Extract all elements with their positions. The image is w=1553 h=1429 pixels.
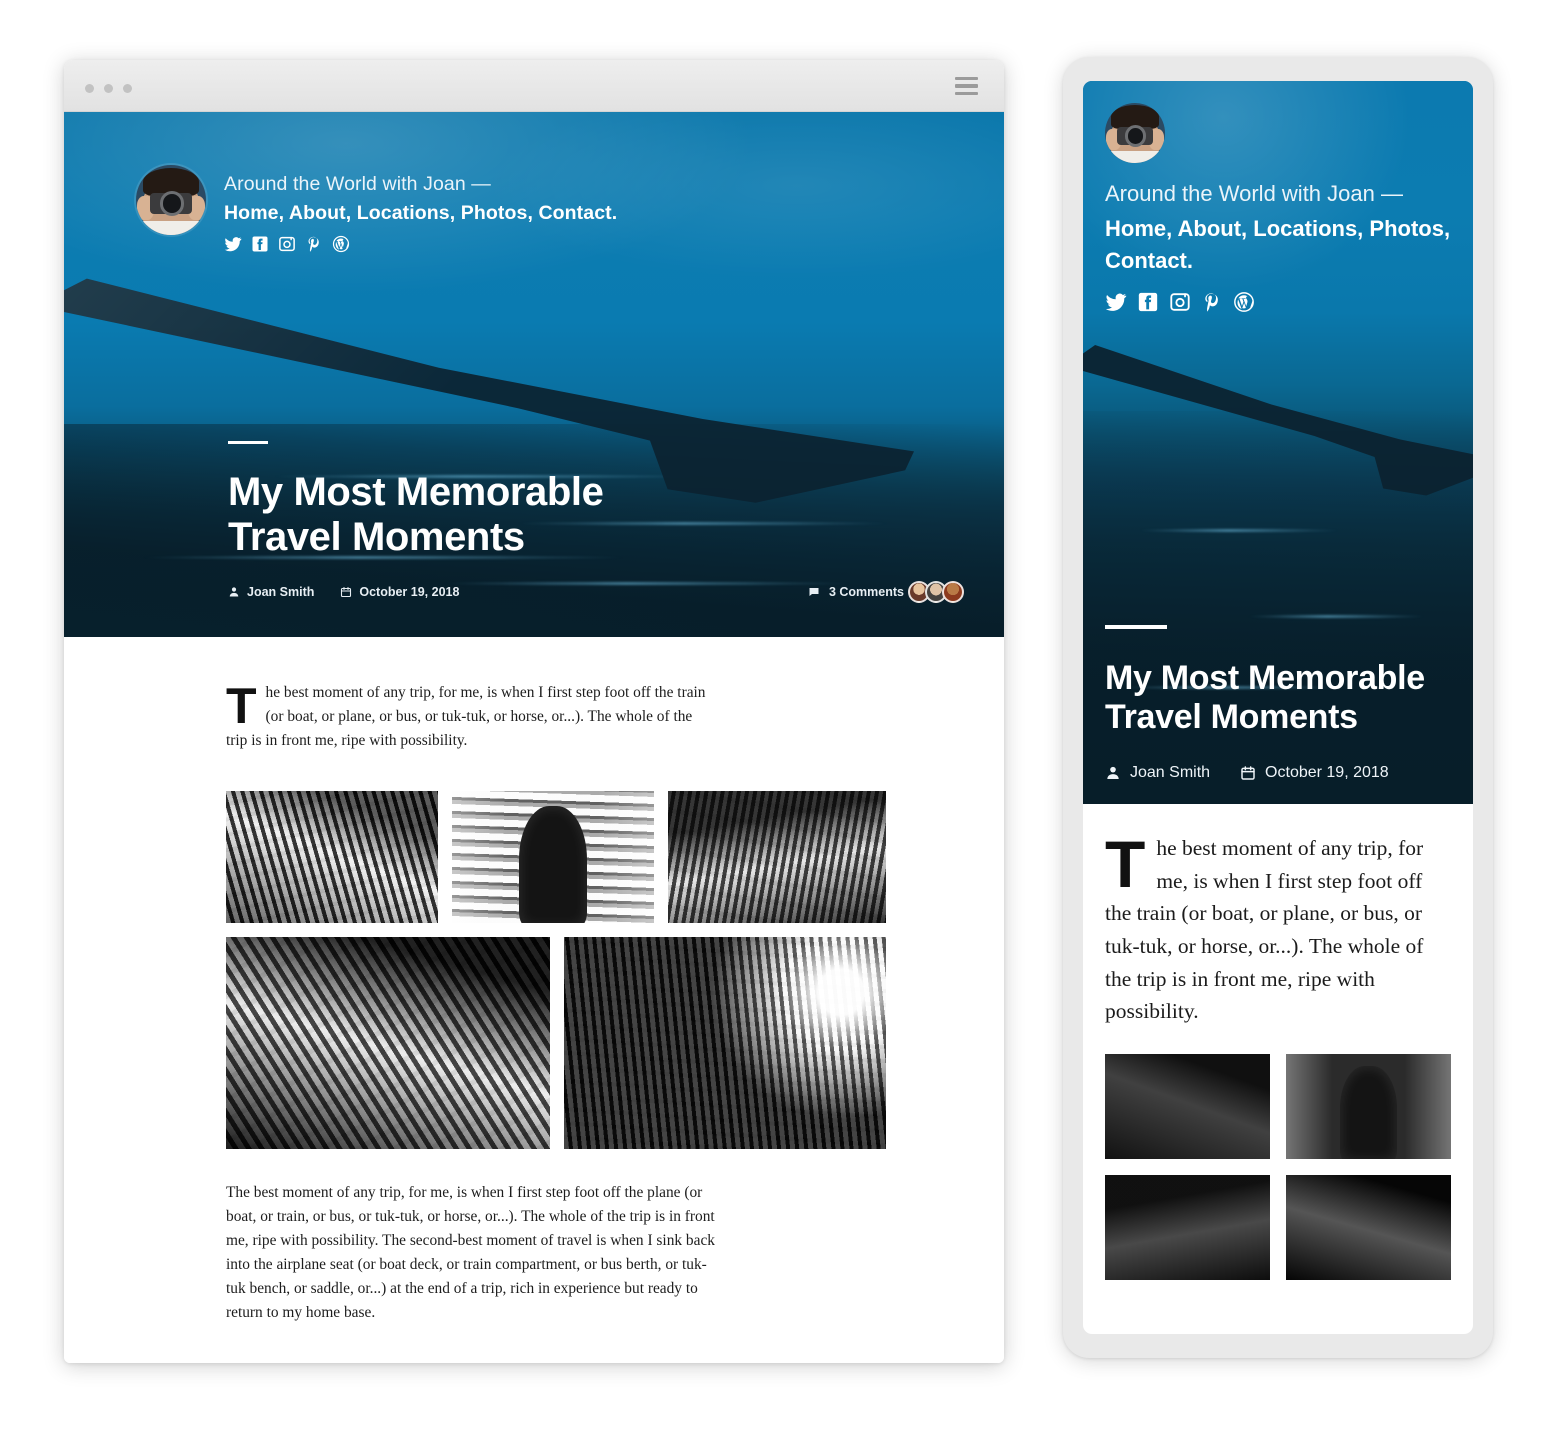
title-rule (228, 441, 268, 445)
mobile-date-meta: October 19, 2018 (1240, 764, 1389, 782)
browser-chrome (64, 60, 1004, 112)
photo-gallery (226, 791, 886, 1150)
instagram-icon[interactable] (1169, 291, 1191, 313)
wordpress-icon[interactable] (1233, 291, 1255, 313)
gallery-photo-platform[interactable] (1105, 1175, 1270, 1281)
social-links[interactable] (224, 235, 617, 253)
twitter-icon[interactable] (1105, 291, 1127, 313)
pinterest-icon[interactable] (305, 235, 323, 253)
comment-count-label[interactable]: 3 Comments (829, 585, 904, 599)
mobile-entry-meta: Joan Smith October 19, 2018 (1105, 764, 1453, 782)
avatar (1105, 103, 1165, 163)
wordpress-icon[interactable] (332, 235, 350, 253)
site-identity: Around the World with Joan — Home, About… (136, 165, 617, 253)
publish-date: October 19, 2018 (359, 585, 460, 599)
gallery-photo-station-truss[interactable] (1105, 1054, 1270, 1160)
minimize-dot[interactable] (104, 84, 113, 93)
close-dot[interactable] (85, 84, 94, 93)
commenter-avatars (908, 581, 964, 603)
mobile-author-name: Joan Smith (1130, 764, 1211, 781)
twitter-icon[interactable] (224, 235, 242, 253)
author-name: Joan Smith (247, 585, 315, 599)
gallery-photo-station-hall[interactable] (564, 937, 886, 1150)
phone-screen: Around the World with Joan — Home, About… (1083, 81, 1473, 1334)
calendar-icon (341, 586, 352, 598)
site-tagline: Around the World with Joan — (224, 173, 491, 195)
facebook-icon[interactable] (251, 235, 269, 253)
mobile-photo-gallery (1105, 1054, 1451, 1281)
page-title-line2: Travel Moments (228, 514, 525, 559)
article-body: The best moment of any trip, for me, is … (64, 637, 1004, 1363)
mobile-author-meta: Joan Smith (1105, 764, 1210, 782)
mobile-publish-date: October 19, 2018 (1265, 764, 1389, 781)
mobile-page-title-line1: My Most Memorable (1105, 659, 1425, 698)
gallery-photo-commuter-blur[interactable] (1286, 1054, 1451, 1160)
mobile-social-links[interactable] (1105, 291, 1455, 313)
hamburger-menu-icon[interactable] (955, 77, 978, 95)
gallery-photo-commuter-blur[interactable] (452, 791, 654, 924)
site-nav[interactable]: Home, About, Locations, Photos, Contact. (224, 200, 617, 227)
author-meta: Joan Smith (228, 585, 314, 599)
mobile-site-tagline: Around the World with Joan — (1105, 181, 1403, 206)
calendar-icon (1241, 766, 1255, 780)
mobile-article-paragraph-1: The best moment of any trip, for me, is … (1105, 827, 1424, 1024)
article-paragraph-1: The best moment of any trip, for me, is … (226, 678, 706, 750)
comment-bubble-icon (809, 588, 819, 596)
desktop-browser-mockup: Around the World with Joan — Home, About… (64, 60, 1004, 1363)
mobile-page-title: My Most Memorable Travel Moments (1105, 659, 1453, 736)
gallery-photo-vaulted-roof[interactable] (226, 937, 550, 1150)
instagram-icon[interactable] (278, 235, 296, 253)
mobile-title-rule (1105, 625, 1167, 630)
stage: Around the World with Joan — Home, About… (0, 0, 1553, 1429)
mobile-article-body: The best moment of any trip, for me, is … (1083, 804, 1473, 1281)
mobile-hero-header: Around the World with Joan — Home, About… (1083, 81, 1473, 804)
gallery-photo-vaulted-roof[interactable] (1286, 1175, 1451, 1281)
gallery-photo-station-truss[interactable] (226, 791, 438, 924)
avatar (136, 165, 206, 235)
hero-header: Around the World with Joan — Home, About… (64, 112, 1004, 637)
window-controls[interactable] (85, 84, 132, 93)
pinterest-icon[interactable] (1201, 291, 1223, 313)
article-paragraph-2: The best moment of any trip, for me, is … (226, 1184, 715, 1322)
entry-meta: Joan Smith October 19, 2018 3 Comments (228, 581, 964, 603)
entry-header: My Most Memorable Travel Moments Joan Sm… (228, 441, 964, 603)
page-title-line1: My Most Memorable (228, 470, 604, 515)
date-meta: October 19, 2018 (340, 585, 459, 599)
mobile-page-title-line2: Travel Moments (1105, 697, 1358, 736)
commenter-avatar (942, 581, 964, 603)
facebook-icon[interactable] (1137, 291, 1159, 313)
person-icon (1107, 766, 1119, 779)
mobile-site-nav[interactable]: Home, About, Locations, Photos, Contact. (1105, 213, 1455, 277)
mobile-phone-mockup: Around the World with Joan — Home, About… (1063, 57, 1493, 1358)
mobile-entry-header: My Most Memorable Travel Moments Joan Sm… (1105, 625, 1453, 782)
gallery-photo-platform[interactable] (668, 791, 886, 924)
mobile-site-identity: Around the World with Joan — Home, About… (1105, 103, 1455, 313)
person-icon (229, 587, 239, 597)
maximize-dot[interactable] (123, 84, 132, 93)
comments-meta[interactable]: 3 Comments (808, 581, 964, 603)
page-title: My Most Memorable Travel Moments (228, 470, 748, 559)
